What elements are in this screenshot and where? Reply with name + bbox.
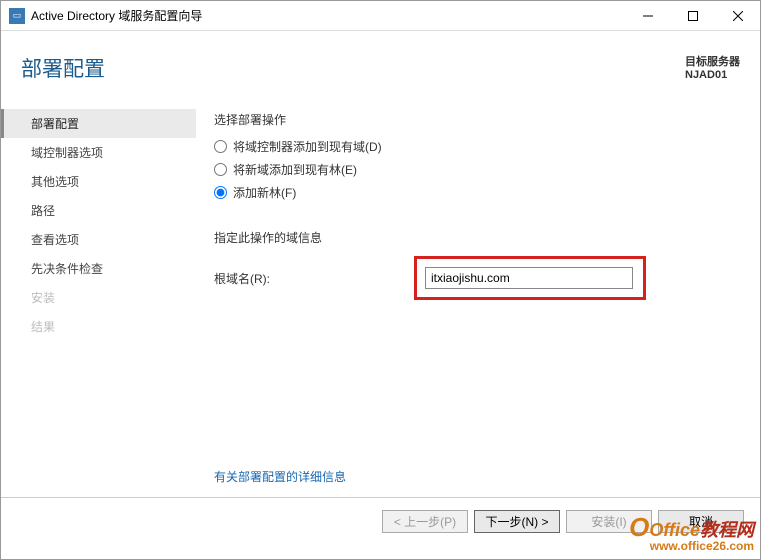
maximize-icon <box>688 11 698 21</box>
prev-button: < 上一步(P) <box>382 510 468 533</box>
root-domain-input[interactable] <box>425 267 633 289</box>
sidebar-item-paths[interactable]: 路径 <box>1 196 196 225</box>
cancel-button[interactable]: 取消 <box>658 510 744 533</box>
minimize-button[interactable] <box>625 1 670 30</box>
app-icon: ▭ <box>9 8 25 24</box>
main-panel: 选择部署操作 将域控制器添加到现有域(D) 将新域添加到现有林(E) 添加新林(… <box>196 101 760 497</box>
content: 部署配置 域控制器选项 其他选项 路径 查看选项 先决条件检查 安装 结果 选择… <box>1 101 760 497</box>
sidebar-item-other-options[interactable]: 其他选项 <box>1 167 196 196</box>
highlight-box <box>414 256 646 300</box>
target-server-name: NJAD01 <box>685 69 740 81</box>
radio-input-existing-domain[interactable] <box>214 140 227 153</box>
sidebar-item-prereq[interactable]: 先决条件检查 <box>1 254 196 283</box>
sidebar-item-review[interactable]: 查看选项 <box>1 225 196 254</box>
minimize-icon <box>643 11 653 21</box>
titlebar: ▭ Active Directory 域服务配置向导 <box>1 1 760 31</box>
sidebar-item-install: 安装 <box>1 283 196 312</box>
close-button[interactable] <box>715 1 760 30</box>
radio-input-existing-forest[interactable] <box>214 163 227 176</box>
footer: < 上一步(P) 下一步(N) > 安装(I) 取消 <box>1 497 760 545</box>
more-info-link[interactable]: 有关部署配置的详细信息 <box>214 468 346 485</box>
page-title: 部署配置 <box>21 53 685 83</box>
sidebar-item-dc-options[interactable]: 域控制器选项 <box>1 138 196 167</box>
root-domain-row: 根域名(R): <box>214 256 740 300</box>
sidebar-item-deployment[interactable]: 部署配置 <box>1 109 196 138</box>
maximize-button[interactable] <box>670 1 715 30</box>
select-operation-label: 选择部署操作 <box>214 111 740 128</box>
target-server-label: 目标服务器 <box>685 53 740 69</box>
target-server-box: 目标服务器 NJAD01 <box>685 53 740 81</box>
install-button: 安装(I) <box>566 510 652 533</box>
radio-input-new-forest[interactable] <box>214 186 227 199</box>
radio-add-to-existing-domain[interactable]: 将域控制器添加到现有域(D) <box>214 138 740 155</box>
close-icon <box>733 11 743 21</box>
next-button[interactable]: 下一步(N) > <box>474 510 560 533</box>
radio-label: 将新域添加到现有林(E) <box>233 161 357 178</box>
sidebar: 部署配置 域控制器选项 其他选项 路径 查看选项 先决条件检查 安装 结果 <box>1 101 196 497</box>
domain-info-label: 指定此操作的域信息 <box>214 229 740 246</box>
root-domain-label: 根域名(R): <box>214 270 414 287</box>
window-controls <box>625 1 760 30</box>
radio-add-to-existing-forest[interactable]: 将新域添加到现有林(E) <box>214 161 740 178</box>
window-title: Active Directory 域服务配置向导 <box>31 7 625 24</box>
sidebar-item-results: 结果 <box>1 312 196 341</box>
radio-label: 将域控制器添加到现有域(D) <box>233 138 382 155</box>
radio-add-new-forest[interactable]: 添加新林(F) <box>214 184 740 201</box>
radio-label: 添加新林(F) <box>233 184 296 201</box>
header: 部署配置 目标服务器 NJAD01 <box>1 31 760 101</box>
